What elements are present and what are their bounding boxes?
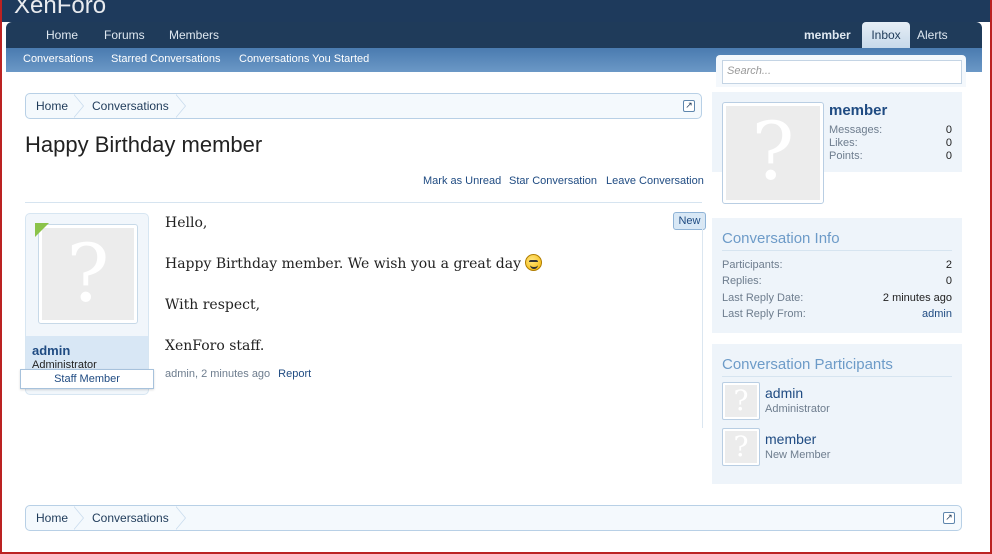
message-user-info: ? admin Administrator Staff Member (20, 213, 154, 395)
participant-name[interactable]: member (765, 431, 816, 447)
message-body: Hello, Happy Birthday member. We wish yo… (165, 213, 543, 377)
subnav-started[interactable]: Conversations You Started (239, 53, 369, 65)
visitor-stat: Likes: 0 (829, 137, 952, 149)
default-avatar-icon: ? (733, 430, 749, 463)
message-author-name[interactable]: admin (32, 343, 148, 358)
jump-menu-icon[interactable]: ↗ (683, 100, 695, 112)
nav-tab-forums[interactable]: Forums (104, 28, 145, 42)
report-link[interactable]: Report (278, 368, 311, 380)
stat-value: 0 (945, 150, 952, 162)
message-line-text: Happy Birthday member. We wish you a gre… (165, 256, 522, 272)
stat-value: 0 (945, 124, 952, 136)
avatar-placeholder: ? (726, 106, 820, 200)
info-row: Last Reply From: admin (722, 308, 952, 320)
message-author-date[interactable]: admin, 2 minutes ago (165, 368, 270, 380)
nav-visitor-name[interactable]: member (804, 28, 851, 42)
info-label: Last Reply Date: (722, 292, 804, 304)
message-line: Happy Birthday member. We wish you a gre… (165, 254, 543, 275)
breadcrumb-conversations[interactable]: Conversations (92, 99, 169, 113)
breadcrumb-separator (73, 506, 86, 530)
info-label: Replies: (722, 275, 762, 287)
avatar-placeholder: ? (725, 431, 757, 463)
mark-unread-link[interactable]: Mark as Unread (423, 175, 501, 187)
participants-heading: Conversation Participants (722, 356, 952, 377)
info-label: Participants: (722, 259, 783, 271)
jump-menu-icon[interactable]: ↗ (943, 512, 955, 524)
message-divider (702, 213, 703, 428)
breadcrumb-conversations[interactable]: Conversations (92, 511, 169, 525)
participant-title: New Member (765, 449, 831, 461)
visitor-stat: Points: 0 (829, 150, 952, 162)
stat-label: Messages: (829, 124, 883, 136)
divider (25, 202, 702, 203)
stat-label: Likes: (829, 137, 858, 149)
avatar-placeholder: ? (725, 385, 757, 417)
info-row: Last Reply Date: 2 minutes ago (722, 292, 952, 304)
breadcrumb-separator (175, 506, 188, 530)
info-row: Participants: 2 (722, 259, 952, 271)
smiley-icon (525, 254, 543, 271)
info-label: Last Reply From: (722, 308, 806, 320)
online-indicator-icon (35, 223, 49, 237)
stat-value: 0 (945, 137, 952, 149)
message-line: Hello, (165, 215, 208, 231)
message-meta: admin, 2 minutes ago Report (165, 368, 311, 380)
message-line: XenForo staff. (165, 338, 265, 354)
message-line: With respect, (165, 297, 261, 313)
leave-conversation-link[interactable]: Leave Conversation (606, 175, 704, 187)
avatar-placeholder: ? (42, 228, 134, 320)
nav-tab-members[interactable]: Members (169, 28, 219, 42)
sidebar-conversation-info: Conversation Info Participants: 2 Replies… (712, 218, 962, 333)
breadcrumb-top: Home Conversations ↗ (25, 93, 702, 119)
sidebar-participants: Conversation Participants ? admin Admini… (712, 344, 962, 484)
logo-strip: XenForo (2, 0, 990, 22)
info-value: 2 minutes ago (882, 292, 952, 304)
participant-avatar[interactable]: ? (722, 382, 760, 420)
sidebar-visitor-panel: ? member Messages: 0 Likes: 0 Points: 0 (712, 92, 962, 204)
default-avatar-icon: ? (733, 384, 749, 417)
participant-name[interactable]: admin (765, 385, 803, 401)
nav-alerts-tab[interactable]: Alerts (917, 28, 948, 42)
info-value: 2 (945, 259, 952, 271)
breadcrumb-separator (73, 94, 86, 118)
subnav-starred[interactable]: Starred Conversations (111, 53, 220, 65)
page-title: Happy Birthday member (25, 132, 263, 157)
star-conversation-link[interactable]: Star Conversation (509, 175, 597, 187)
staff-badge: Staff Member (20, 369, 154, 389)
nav-tab-home[interactable]: Home (46, 28, 78, 42)
default-avatar-icon: ? (66, 227, 110, 320)
last-reply-user-link[interactable]: admin (922, 308, 952, 320)
info-value: 0 (945, 275, 952, 287)
visitor-avatar[interactable]: ? (722, 102, 824, 204)
info-row: Replies: 0 (722, 275, 952, 287)
user-name-block: admin Administrator (26, 336, 148, 371)
stat-label: Points: (829, 150, 863, 162)
participant-title: Administrator (765, 403, 830, 415)
nav-inbox-tab[interactable]: Inbox (862, 22, 910, 48)
breadcrumb-home[interactable]: Home (36, 511, 68, 525)
visitor-stat: Messages: 0 (829, 124, 952, 136)
breadcrumb-bottom: Home Conversations ↗ (25, 505, 962, 531)
breadcrumb-home[interactable]: Home (36, 99, 68, 113)
page-frame: XenForo Home Forums Members member Inbox… (0, 0, 992, 554)
conversation-info-heading: Conversation Info (722, 230, 952, 251)
avatar[interactable]: ? (38, 224, 138, 324)
site-logo[interactable]: XenForo (14, 0, 106, 20)
search-input[interactable]: Search... (722, 60, 962, 84)
breadcrumb-separator (175, 94, 188, 118)
default-avatar-icon: ? (751, 105, 795, 198)
participant-avatar[interactable]: ? (722, 428, 760, 466)
subnav-conversations[interactable]: Conversations (23, 53, 93, 65)
visitor-name[interactable]: member (829, 102, 887, 119)
main-navbar: Home Forums Members member Inbox Alerts (6, 22, 982, 48)
